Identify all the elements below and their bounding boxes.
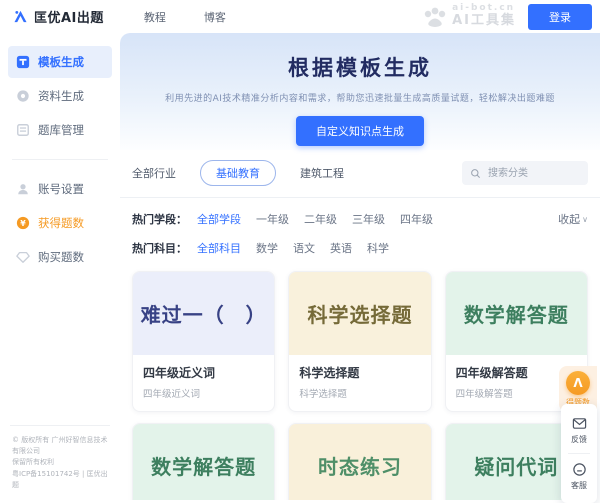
sidebar-item-label: 模板生成	[38, 54, 84, 70]
coin-icon: ¥	[16, 216, 30, 230]
template-card[interactable]: 科学选择题 科学选择题科学选择题	[288, 271, 431, 412]
search-input[interactable]	[486, 167, 580, 180]
nav-tutorial[interactable]: 教程	[144, 9, 166, 25]
card-title: 四年级近义词	[143, 364, 264, 381]
envelope-icon	[572, 416, 587, 431]
nav-blog[interactable]: 博客	[204, 9, 226, 25]
chevron-down-icon: ∨	[582, 215, 588, 224]
feedback-label: 反馈	[571, 434, 587, 445]
divider	[120, 197, 600, 198]
category-search-box[interactable]	[462, 161, 588, 185]
customer-service-label: 客服	[571, 480, 587, 491]
app-title: 匡优AI出题	[34, 7, 104, 26]
tab-basic-education[interactable]: 基础教育	[200, 160, 276, 186]
sidebar-item-question-bank[interactable]: 题库管理	[8, 114, 112, 146]
sidebar-item-label: 资料生成	[38, 88, 84, 104]
card-title: 科学选择题	[299, 364, 420, 381]
template-card[interactable]: 难过一（ ） 四年级近义词四年级近义词	[132, 271, 275, 412]
paw-logo-icon	[422, 6, 448, 28]
copyright-line2: 保留所有权利	[12, 457, 108, 468]
icp-line: 粤ICP备15101742号 | 匡优出题	[12, 469, 108, 491]
sidebar-item-earned-questions[interactable]: ¥ 获得题数	[8, 207, 112, 239]
filter-all-subjects[interactable]: 全部科目	[197, 240, 241, 256]
grade-filter-label: 热门学段：	[132, 211, 187, 227]
tab-construction[interactable]: 建筑工程	[300, 165, 344, 181]
customer-service-button[interactable]: 客服	[561, 454, 597, 499]
template-card[interactable]: 数学解答题 三年级解答题	[132, 423, 275, 500]
card-art-text: 数学解答题	[464, 299, 569, 328]
collapse-toggle[interactable]: 收起 ∨	[558, 211, 588, 227]
filter-grade-3[interactable]: 三年级	[352, 211, 385, 227]
watermark-line2: AI工具集	[452, 14, 516, 28]
collapse-label: 收起	[558, 211, 580, 227]
filter-all-grades[interactable]: 全部学段	[197, 211, 241, 227]
card-art-text: 疑问代词	[474, 451, 558, 480]
card-art: 科学选择题	[289, 272, 430, 355]
feedback-button[interactable]: 反馈	[561, 408, 597, 453]
sidebar-item-label: 获得题数	[38, 215, 84, 231]
main-panel: 根据模板生成 利用先进的AI技术精准分析内容和需求，帮助您迅速批量生成高质量试题…	[120, 33, 600, 500]
sidebar-item-material-generate[interactable]: 资料生成	[8, 80, 112, 112]
watermark: ai-bot.cn AI工具集	[422, 4, 516, 28]
copyright-footer: © 版权所有 广州好智信息技术有限公司 保留所有权利 粤ICP备15101742…	[10, 425, 110, 500]
filter-grade-4[interactable]: 四年级	[400, 211, 433, 227]
copyright-line1: © 版权所有 广州好智信息技术有限公司	[12, 435, 108, 457]
card-art: 数学解答题	[133, 424, 274, 500]
custom-knowledge-generate-button[interactable]: 自定义知识点生成	[296, 116, 424, 146]
user-icon	[16, 182, 30, 196]
card-art-text: 科学选择题	[307, 299, 412, 328]
question-bank-icon	[16, 123, 30, 137]
tab-all-industries[interactable]: 全部行业	[132, 165, 176, 181]
material-icon	[16, 89, 30, 103]
subject-filter-row: 热门科目： 全部科目 数学 语文 英语 科学	[132, 240, 588, 256]
filter-chinese[interactable]: 语文	[293, 240, 315, 256]
card-art-text: 数学解答题	[151, 451, 256, 480]
filter-grade-2[interactable]: 二年级	[304, 211, 337, 227]
gem-icon	[16, 250, 30, 264]
card-art-text: 难过一（ ）	[141, 299, 267, 328]
template-icon	[16, 55, 30, 69]
headset-icon	[572, 462, 587, 477]
card-art: 数学解答题	[446, 272, 587, 355]
content-area: 全部行业 基础教育 建筑工程 热门学段： 全部学段 一年级 二年级 三年级 四年…	[120, 150, 600, 500]
template-card-grid: 难过一（ ） 四年级近义词四年级近义词 科学选择题 科学选择题科学选择题 数学解…	[132, 271, 588, 500]
top-header: 匡优AI出题 教程 博客 ai-bot.cn AI工具集 登录	[0, 0, 600, 33]
sidebar-item-buy-questions[interactable]: 购买题数	[8, 241, 112, 273]
logo-icon	[12, 8, 29, 25]
top-nav: 教程 博客	[144, 9, 226, 25]
sidebar-item-label: 题库管理	[38, 122, 84, 138]
card-subtitle: 科学选择题	[299, 386, 420, 400]
sidebar-item-template-generate[interactable]: 模板生成	[8, 46, 112, 78]
card-subtitle: 四年级近义词	[143, 386, 264, 400]
filter-english[interactable]: 英语	[330, 240, 352, 256]
app-logo[interactable]: 匡优AI出题	[12, 7, 104, 26]
subject-filter-label: 热门科目：	[132, 240, 187, 256]
coin-icon: Λ	[566, 371, 590, 395]
filter-science[interactable]: 科学	[367, 240, 389, 256]
hero-section: 根据模板生成 利用先进的AI技术精准分析内容和需求，帮助您迅速批量生成高质量试题…	[120, 33, 600, 150]
sidebar-divider	[12, 159, 108, 160]
login-button[interactable]: 登录	[528, 4, 592, 30]
filter-math[interactable]: 数学	[256, 240, 278, 256]
sidebar-item-account-settings[interactable]: 账号设置	[8, 173, 112, 205]
sidebar-item-label: 账号设置	[38, 181, 84, 197]
card-art: 时态练习	[289, 424, 430, 500]
card-art-text: 时态练习	[318, 451, 402, 480]
category-tabs: 全部行业 基础教育 建筑工程	[132, 160, 588, 186]
sidebar-item-label: 购买题数	[38, 249, 84, 265]
page-subtitle: 利用先进的AI技术精准分析内容和需求，帮助您迅速批量生成高质量试题，轻松解决出题…	[120, 91, 600, 104]
template-card[interactable]: 时态练习 三年级英语时态练习	[288, 423, 431, 500]
search-icon	[470, 168, 481, 179]
sidebar: 模板生成 资料生成 题库管理 账号设置 ¥ 获得题数 购买题数 © 版权所有 广…	[0, 33, 120, 500]
svg-text:¥: ¥	[20, 219, 26, 228]
page-title: 根据模板生成	[120, 52, 600, 82]
filter-grade-1[interactable]: 一年级	[256, 211, 289, 227]
card-art: 难过一（ ）	[133, 272, 274, 355]
grade-filter-row: 热门学段： 全部学段 一年级 二年级 三年级 四年级 收起 ∨	[132, 211, 588, 227]
float-action-panel: 反馈 客服	[561, 404, 597, 503]
